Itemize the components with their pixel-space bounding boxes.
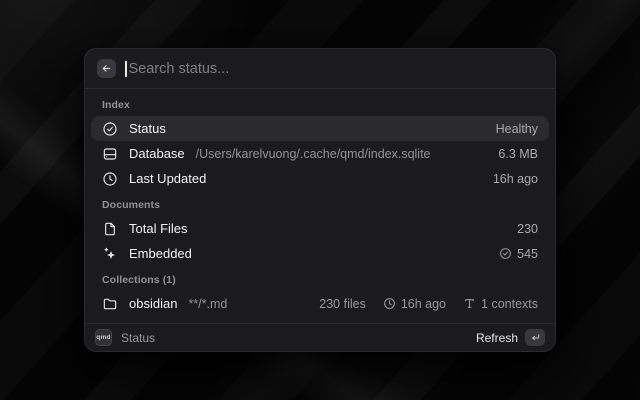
database-path: /Users/karelvuong/.cache/qmd/index.sqlit… xyxy=(196,147,431,161)
footer-bar: qmd Status Refresh xyxy=(85,323,555,351)
collection-meta: 230 files 16h ago xyxy=(319,297,538,311)
text-cursor xyxy=(125,61,127,77)
collection-file-count: 230 files xyxy=(319,297,366,311)
row-value: 545 xyxy=(517,247,538,261)
arrow-left-icon xyxy=(101,63,112,74)
row-value: 16h ago xyxy=(493,172,538,186)
section-label-collections: Collections (1) xyxy=(85,266,555,291)
file-icon xyxy=(102,221,118,237)
row-title: Embedded xyxy=(129,246,192,261)
check-circle-icon xyxy=(102,121,118,137)
hard-drive-icon xyxy=(102,146,118,162)
row-collection-obsidian[interactable]: obsidian **/*.md 230 files 16h ago xyxy=(91,291,549,316)
row-status[interactable]: Status Healthy xyxy=(91,116,549,141)
command-palette: Index Status Healthy Database /Users/kar… xyxy=(84,48,556,352)
type-icon xyxy=(463,297,476,310)
search-bar xyxy=(85,49,555,89)
refresh-label: Refresh xyxy=(476,331,518,345)
search-input[interactable] xyxy=(129,61,544,77)
section-label-documents: Documents xyxy=(85,191,555,216)
check-circle-icon xyxy=(499,247,512,260)
section-label-index: Index xyxy=(85,91,555,116)
row-embedded[interactable]: Embedded 545 xyxy=(91,241,549,266)
row-database[interactable]: Database /Users/karelvuong/.cache/qmd/in… xyxy=(91,141,549,166)
footer-command-label: Status xyxy=(121,331,155,345)
back-button[interactable] xyxy=(97,59,116,78)
collection-contexts: 1 contexts xyxy=(481,297,538,311)
app-badge: qmd xyxy=(95,329,112,346)
clock-icon xyxy=(383,297,396,310)
folder-icon xyxy=(102,296,118,312)
row-value: 230 xyxy=(517,222,538,236)
sparkles-icon xyxy=(102,246,118,262)
collection-name: obsidian xyxy=(129,296,177,311)
row-title: Last Updated xyxy=(129,171,206,186)
row-value: Healthy xyxy=(496,122,538,136)
row-last-updated[interactable]: Last Updated 16h ago xyxy=(91,166,549,191)
clock-icon xyxy=(102,171,118,187)
row-title: Status xyxy=(129,121,166,136)
collection-updated: 16h ago xyxy=(401,297,446,311)
row-title: Total Files xyxy=(129,221,188,236)
row-value: 6.3 MB xyxy=(498,147,538,161)
row-title: Database xyxy=(129,146,185,161)
row-total-files[interactable]: Total Files 230 xyxy=(91,216,549,241)
collection-pattern: **/*.md xyxy=(188,297,227,311)
refresh-action[interactable]: Refresh xyxy=(476,329,545,346)
enter-key-icon xyxy=(525,329,545,346)
results-list: Index Status Healthy Database /Users/kar… xyxy=(85,89,555,323)
